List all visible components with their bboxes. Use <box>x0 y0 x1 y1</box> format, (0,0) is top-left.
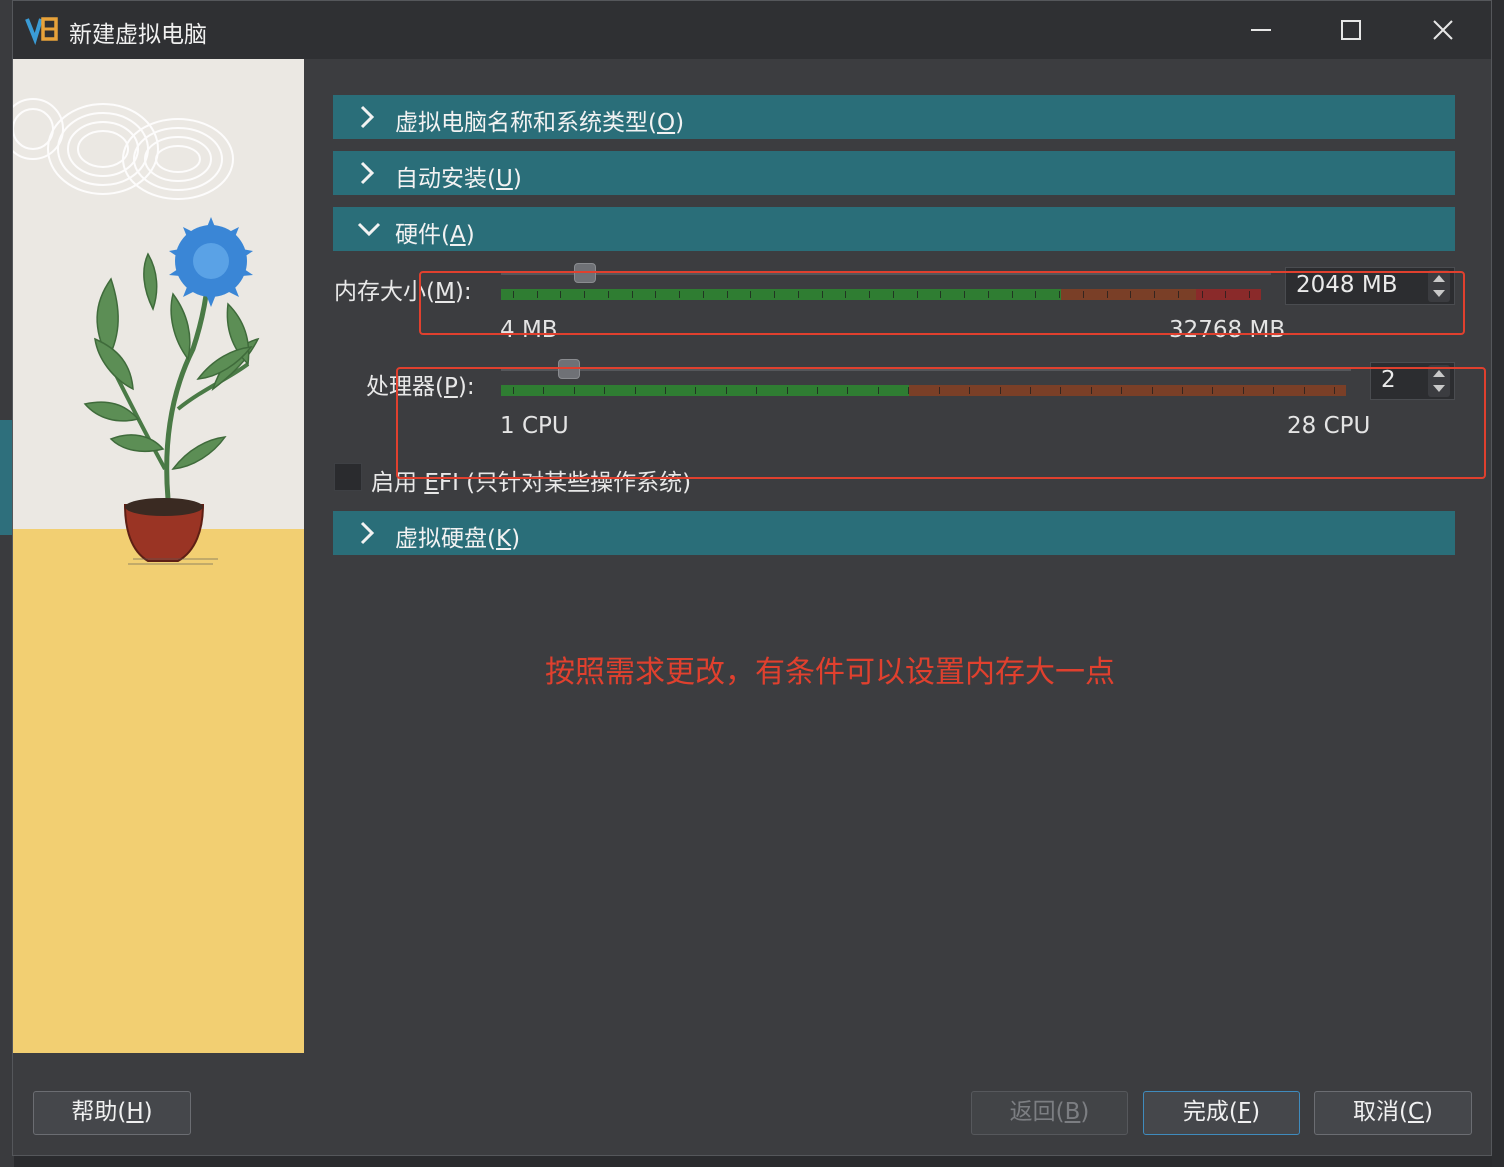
annotation-processor-highlight <box>396 367 1486 479</box>
plant-illustration-icon <box>13 59 304 1053</box>
close-button[interactable] <box>1413 9 1473 51</box>
section-label: 虚拟电脑名称和系统类型(O) <box>395 110 685 136</box>
maximize-button[interactable] <box>1321 9 1381 51</box>
back-button[interactable]: 返回(B) <box>971 1091 1128 1135</box>
section-hardware[interactable]: 硬件(A) <box>333 207 1455 251</box>
background-right-edge <box>1492 0 1504 1167</box>
button-bar: 帮助(H) 返回(B) 完成(F) 取消(C) <box>13 1053 1491 1155</box>
section-label: 自动安装(U) <box>395 166 522 192</box>
section-unattended-install[interactable]: 自动安装(U) <box>333 151 1455 195</box>
section-label: 虚拟硬盘(K) <box>395 526 521 552</box>
content-panel: 虚拟电脑名称和系统类型(O) 自动安装(U) 硬件(A) 内存大小(M): 20… <box>304 59 1491 1069</box>
chevron-down-icon <box>357 222 381 237</box>
enable-efi-checkbox[interactable] <box>334 463 362 491</box>
new-vm-dialog: 新建虚拟电脑 虚拟电脑名称和系统类型(O) 自动安装(U) 硬件(A) 内存大小… <box>12 0 1492 1156</box>
window-title: 新建虚拟电脑 <box>69 22 207 48</box>
maximize-icon <box>1341 20 1361 40</box>
minimize-icon <box>1251 29 1271 31</box>
finish-button[interactable]: 完成(F) <box>1143 1091 1300 1135</box>
chevron-right-icon <box>360 521 375 545</box>
section-virtual-disk[interactable]: 虚拟硬盘(K) <box>333 511 1455 555</box>
title-bar[interactable]: 新建虚拟电脑 <box>13 1 1491 59</box>
annotation-memory-highlight <box>419 271 1465 335</box>
minimize-button[interactable] <box>1231 9 1291 51</box>
chevron-right-icon <box>360 161 375 185</box>
cancel-button[interactable]: 取消(C) <box>1314 1091 1472 1135</box>
help-button[interactable]: 帮助(H) <box>33 1091 191 1135</box>
chevron-right-icon <box>360 105 375 129</box>
wizard-illustration <box>13 59 304 1053</box>
annotation-note: 按照需求更改，有条件可以设置内存大一点 <box>545 655 1115 690</box>
virtualbox-logo-icon <box>25 17 58 45</box>
section-label: 硬件(A) <box>395 222 475 248</box>
section-name-and-os[interactable]: 虚拟电脑名称和系统类型(O) <box>333 95 1455 139</box>
close-icon <box>1433 20 1453 40</box>
